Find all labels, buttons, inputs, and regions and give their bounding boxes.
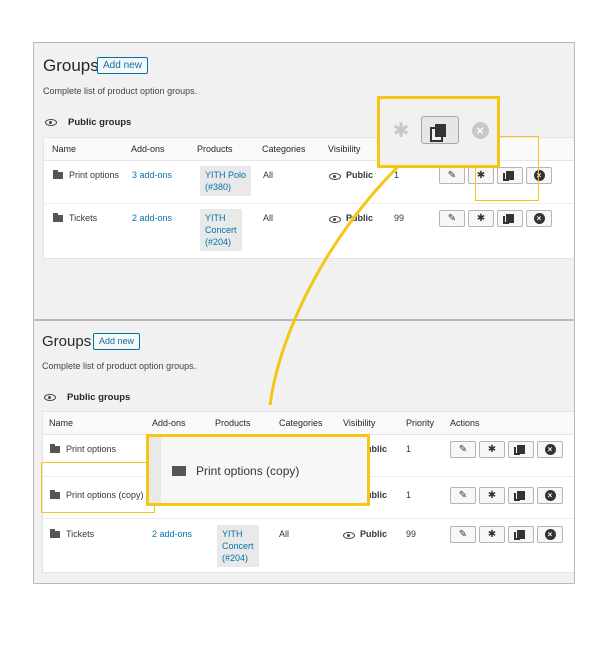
page-description: Complete list of product option groups.: [42, 361, 197, 371]
priority-value: 1: [406, 444, 412, 454]
col-actions: Actions: [450, 418, 480, 428]
delete-button[interactable]: ×: [537, 487, 563, 504]
duplicate-button[interactable]: [508, 441, 534, 458]
duplicate-icon: [503, 214, 514, 224]
folder-icon: [53, 213, 63, 222]
col-visibility: Visibility: [343, 418, 376, 428]
settings-button[interactable]: ✱: [479, 487, 505, 504]
eye-icon: [329, 173, 341, 180]
delete-icon: ×: [533, 213, 545, 224]
priority-value: 99: [406, 529, 417, 539]
visibility-value: Public: [329, 213, 373, 223]
page-title: Groups: [43, 56, 99, 75]
visibility-value: Public: [343, 529, 387, 539]
eye-icon: [329, 216, 341, 223]
edit-button[interactable]: ✎: [439, 167, 465, 184]
col-products: Products: [197, 144, 233, 154]
priority-value: 99: [394, 213, 405, 223]
table-header: Name Add-ons Products Categories Visibil…: [43, 412, 574, 435]
col-addons: Add-ons: [152, 418, 186, 428]
group-name[interactable]: Print options: [53, 170, 119, 180]
col-categories: Categories: [279, 418, 323, 428]
duplicate-button[interactable]: [508, 487, 534, 504]
section-heading: Public groups: [44, 392, 130, 403]
delete-button[interactable]: ×: [537, 526, 563, 543]
delete-icon: ×: [544, 444, 556, 455]
col-priority: Priority: [406, 418, 435, 428]
delete-button[interactable]: ×: [537, 441, 563, 458]
edit-button[interactable]: ✎: [450, 441, 476, 458]
group-name[interactable]: Tickets: [53, 213, 97, 223]
addons-link[interactable]: 3 add-ons: [132, 170, 172, 180]
categories-value: All: [263, 170, 274, 180]
table-row: Tickets 2 add-ons YITH Concert (#204) All …: [43, 519, 574, 572]
gear-icon: ✱: [476, 213, 486, 224]
section-label: Public groups: [68, 117, 132, 128]
add-new-button[interactable]: Add new: [93, 333, 141, 350]
product-link[interactable]: YITH Concert (#204): [217, 525, 259, 567]
section-heading: Public groups: [45, 117, 131, 128]
gear-icon: ✱: [392, 119, 410, 142]
group-name[interactable]: Print options: [50, 444, 116, 454]
add-new-button[interactable]: Add new: [97, 57, 148, 74]
settings-button[interactable]: ✱: [468, 210, 494, 227]
delete-icon: ×: [464, 116, 496, 144]
col-name: Name: [49, 418, 74, 428]
categories-value: All: [263, 213, 274, 223]
page-description: Complete list of product option groups.: [43, 86, 198, 96]
eye-icon: [45, 119, 57, 126]
page-title: Groups: [42, 333, 92, 350]
delete-icon: ×: [544, 529, 556, 540]
settings-button[interactable]: ✱: [479, 441, 505, 458]
duplicate-button[interactable]: [421, 116, 459, 144]
gear-icon: ✱: [487, 490, 497, 501]
edit-button[interactable]: ✎: [450, 526, 476, 543]
edit-icon: ✎: [458, 529, 468, 540]
copied-group-name: Print options (copy): [172, 464, 299, 478]
product-link[interactable]: YITH Polo (#380): [200, 166, 252, 196]
col-products: Products: [215, 418, 251, 428]
duplicate-icon: [514, 491, 525, 501]
duplicate-icon: [514, 445, 525, 455]
duplicate-icon: [434, 123, 446, 137]
folder-icon: [50, 529, 60, 538]
eye-icon: [44, 394, 56, 401]
visibility-value: Public: [329, 170, 373, 180]
addons-link[interactable]: 2 add-ons: [152, 529, 192, 539]
col-categories: Categories: [262, 144, 306, 154]
edit-icon: ✎: [447, 213, 457, 224]
edit-button[interactable]: ✎: [450, 487, 476, 504]
edit-icon: ✎: [458, 490, 468, 501]
edit-icon: ✎: [458, 444, 468, 455]
edit-button[interactable]: ✎: [439, 210, 465, 227]
gear-icon: ✱: [487, 529, 497, 540]
copy-zoom-callout: Print options (copy): [146, 434, 370, 506]
section-label: Public groups: [67, 392, 131, 403]
eye-icon: [343, 532, 355, 539]
table-row: Tickets 2 add-ons YITH Concert (#204) All …: [44, 204, 574, 258]
col-visibility: Visibility: [328, 144, 361, 154]
col-name: Name: [52, 144, 77, 154]
duplicate-button[interactable]: [497, 210, 523, 227]
product-link[interactable]: YITH Concert (#204): [200, 209, 242, 251]
folder-icon: [50, 444, 60, 453]
folder-icon: [53, 170, 63, 179]
priority-value: 1: [394, 170, 400, 180]
priority-value: 1: [406, 490, 412, 500]
settings-button[interactable]: ✱: [479, 526, 505, 543]
col-addons: Add-ons: [131, 144, 165, 154]
addons-link[interactable]: 2 add-ons: [132, 213, 172, 223]
folder-icon: [172, 466, 186, 476]
categories-value: All: [279, 529, 290, 539]
gear-icon: ✱: [487, 444, 497, 455]
actions-zoom-callout: ✱ ×: [377, 96, 500, 168]
delete-icon: ×: [544, 490, 556, 501]
copy-row-highlight: [41, 462, 155, 513]
delete-button[interactable]: ×: [526, 210, 552, 227]
duplicate-icon: [514, 530, 525, 540]
edit-icon: ✎: [447, 170, 457, 181]
group-name[interactable]: Tickets: [50, 529, 94, 539]
duplicate-button[interactable]: [508, 526, 534, 543]
